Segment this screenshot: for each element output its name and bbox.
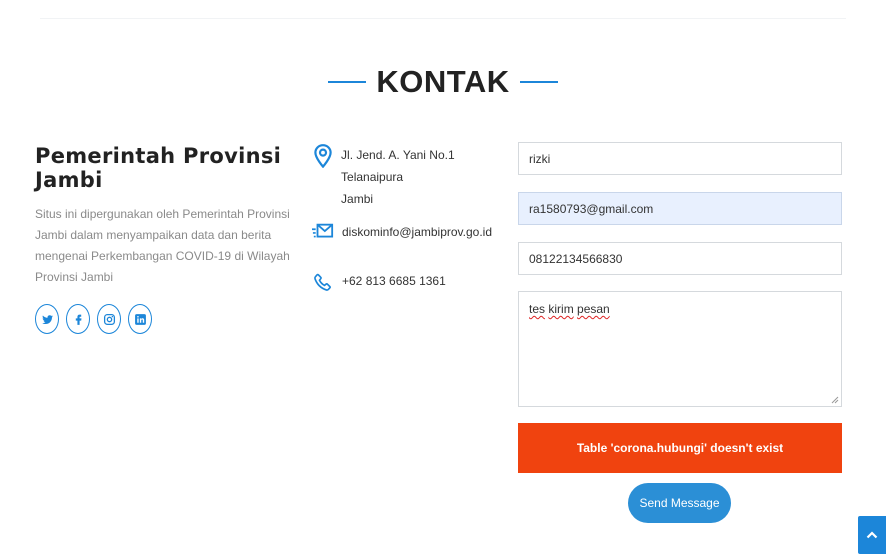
section-title: KONTAK <box>376 64 510 99</box>
org-info: Pemerintah Provinsi Jambi Situs ini dipe… <box>35 144 295 334</box>
linkedin-icon[interactable] <box>128 304 152 334</box>
section-header: KONTAK <box>0 64 886 100</box>
phone-input-value: 08122134566830 <box>529 251 623 266</box>
send-message-button[interactable]: Send Message <box>628 483 731 523</box>
address-item: Jl. Jend. A. Yani No.1 Telanaipura Jambi <box>312 144 512 210</box>
title-dash-right <box>519 81 558 83</box>
email-item: diskominfo@jambiprov.go.id <box>312 221 492 247</box>
map-pin-icon <box>312 144 333 170</box>
phone-text: +62 813 6685 1361 <box>342 274 446 288</box>
error-message: Table 'corona.hubungi' doesn't exist <box>518 423 842 473</box>
top-divider <box>40 18 846 19</box>
message-word: pesan <box>577 302 610 316</box>
org-name: Pemerintah Provinsi Jambi <box>35 144 282 192</box>
message-word: kirim <box>548 302 574 316</box>
phone-icon <box>312 270 334 296</box>
chevron-up-icon <box>866 531 878 539</box>
name-input[interactable]: rizki <box>518 142 842 175</box>
email-input-value: ra1580793@gmail.com <box>529 201 654 216</box>
address-line-1: Jl. Jend. A. Yani No.1 Telanaipura <box>341 148 455 184</box>
phone-item: +62 813 6685 1361 <box>312 270 446 296</box>
back-to-top-button[interactable] <box>858 516 886 554</box>
message-word: tes <box>529 302 546 316</box>
address-line-2: Jambi <box>341 192 374 206</box>
message-textarea[interactable]: tes kirim pesan <box>518 291 842 407</box>
message-value: tes kirim pesan <box>529 302 610 316</box>
title-dash-left <box>328 81 367 83</box>
phone-input[interactable]: 08122134566830 <box>518 242 842 275</box>
social-links <box>35 304 295 334</box>
mail-fast-icon <box>312 221 334 247</box>
resize-handle-icon[interactable] <box>831 396 839 404</box>
email-text: diskominfo@jambiprov.go.id <box>342 225 493 239</box>
email-input[interactable]: ra1580793@gmail.com <box>518 192 842 225</box>
org-description: Situs ini dipergunakan oleh Pemerintah P… <box>35 207 290 284</box>
facebook-icon[interactable] <box>66 304 90 334</box>
twitter-icon[interactable] <box>35 304 59 334</box>
instagram-icon[interactable] <box>97 304 121 334</box>
name-input-value: rizki <box>529 151 551 166</box>
